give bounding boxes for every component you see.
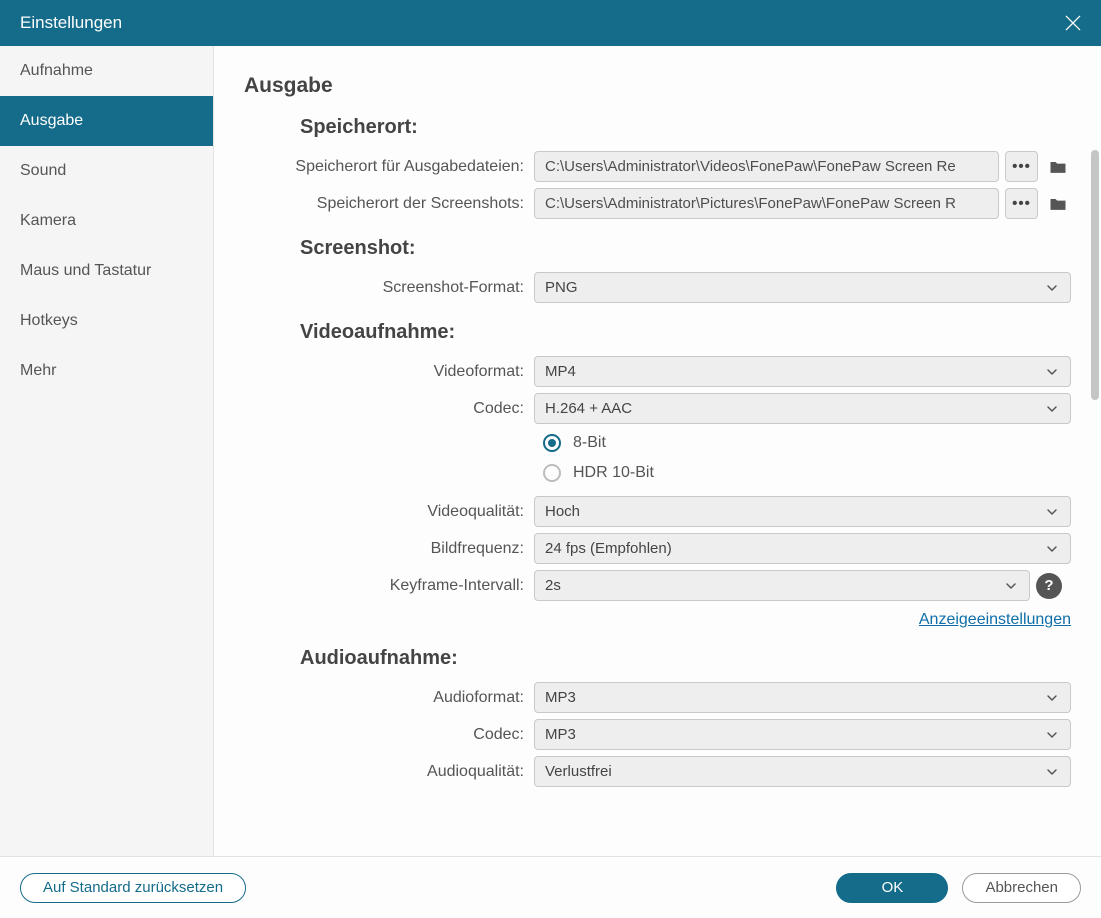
screenshot-path-field[interactable]: C:\Users\Administrator\Pictures\FonePaw\… <box>534 188 999 219</box>
page-title: Ausgabe <box>244 74 1071 98</box>
radio-8bit-label: 8-Bit <box>573 434 606 452</box>
titlebar: Einstellungen <box>0 0 1101 46</box>
label-fps: Bildfrequenz: <box>244 540 534 558</box>
sidebar-item-label: Ausgabe <box>20 112 83 130</box>
chevron-down-icon <box>1044 541 1060 557</box>
sidebar-item-ausgabe[interactable]: Ausgabe <box>0 96 213 146</box>
browse-output-button[interactable]: ••• <box>1005 151 1038 182</box>
audio-quality-select[interactable]: Verlustfrei <box>534 756 1071 787</box>
section-screenshot: Screenshot: <box>300 237 1071 260</box>
help-icon[interactable]: ? <box>1036 573 1062 599</box>
sidebar-item-label: Maus und Tastatur <box>20 262 151 280</box>
sidebar-item-label: Mehr <box>20 362 56 380</box>
sidebar-item-maus-tastatur[interactable]: Maus und Tastatur <box>0 246 213 296</box>
section-storage: Speicherort: <box>300 116 1071 139</box>
sidebar-item-label: Sound <box>20 162 66 180</box>
label-output-path: Speicherort für Ausgabedateien: <box>244 158 534 176</box>
label-video-codec: Codec: <box>244 400 534 418</box>
chevron-down-icon <box>1044 364 1060 380</box>
video-quality-select[interactable]: Hoch <box>534 496 1071 527</box>
cancel-button[interactable]: Abbrechen <box>962 873 1081 903</box>
radio-hdr-10bit[interactable]: HDR 10-Bit <box>543 460 1071 486</box>
row-fps: Bildfrequenz: 24 fps (Empfohlen) <box>244 533 1071 564</box>
label-video-quality: Videoqualität: <box>244 503 534 521</box>
sidebar-item-sound[interactable]: Sound <box>0 146 213 196</box>
screenshot-format-select[interactable]: PNG <box>534 272 1071 303</box>
sidebar-item-label: Hotkeys <box>20 312 78 330</box>
section-video: Videoaufnahme: <box>300 321 1071 344</box>
label-audio-quality: Audioqualität: <box>244 763 534 781</box>
sidebar-item-hotkeys[interactable]: Hotkeys <box>0 296 213 346</box>
label-keyframe: Keyframe-Intervall: <box>244 577 534 595</box>
chevron-down-icon <box>1044 690 1060 706</box>
body: Aufnahme Ausgabe Sound Kamera Maus und T… <box>0 46 1101 856</box>
row-audio-format: Audioformat: MP3 <box>244 682 1071 713</box>
sidebar-item-mehr[interactable]: Mehr <box>0 346 213 396</box>
chevron-down-icon <box>1044 727 1060 743</box>
display-settings-link[interactable]: Anzeigeeinstellungen <box>919 611 1071 629</box>
keyframe-select[interactable]: 2s <box>534 570 1030 601</box>
section-audio: Audioaufnahme: <box>300 647 1071 670</box>
label-video-format: Videoformat: <box>244 363 534 381</box>
row-screenshot-format: Screenshot-Format: PNG <box>244 272 1071 303</box>
row-audio-codec: Codec: MP3 <box>244 719 1071 750</box>
audio-format-select[interactable]: MP3 <box>534 682 1071 713</box>
reset-defaults-button[interactable]: Auf Standard zurücksetzen <box>20 873 246 903</box>
scrollbar-thumb[interactable] <box>1091 150 1099 400</box>
row-screenshot-path: Speicherort der Screenshots: C:\Users\Ad… <box>244 188 1071 219</box>
window-title: Einstellungen <box>20 13 122 33</box>
label-screenshot-path: Speicherort der Screenshots: <box>244 195 534 213</box>
row-output-path: Speicherort für Ausgabedateien: C:\Users… <box>244 151 1071 182</box>
output-path-field[interactable]: C:\Users\Administrator\Videos\FonePaw\Fo… <box>534 151 999 182</box>
content-wrap: Ausgabe Speicherort: Speicherort für Aus… <box>214 46 1101 856</box>
sidebar-item-label: Kamera <box>20 212 76 230</box>
label-audio-format: Audioformat: <box>244 689 534 707</box>
sidebar-item-aufnahme[interactable]: Aufnahme <box>0 46 213 96</box>
label-audio-codec: Codec: <box>244 726 534 744</box>
row-audio-quality: Audioqualität: Verlustfrei <box>244 756 1071 787</box>
settings-window: Einstellungen Aufnahme Ausgabe Sound Kam… <box>0 0 1101 918</box>
open-output-folder-icon[interactable] <box>1044 153 1071 180</box>
ok-button[interactable]: OK <box>836 873 948 903</box>
label-screenshot-format: Screenshot-Format: <box>244 279 534 297</box>
row-video-codec: Codec: H.264 + AAC <box>244 393 1071 424</box>
video-codec-select[interactable]: H.264 + AAC <box>534 393 1071 424</box>
radio-unchecked-icon <box>543 464 561 482</box>
chevron-down-icon <box>1044 280 1060 296</box>
content: Ausgabe Speicherort: Speicherort für Aus… <box>214 46 1101 856</box>
browse-screenshot-button[interactable]: ••• <box>1005 188 1038 219</box>
sidebar: Aufnahme Ausgabe Sound Kamera Maus und T… <box>0 46 214 856</box>
row-video-quality: Videoqualität: Hoch <box>244 496 1071 527</box>
sidebar-item-kamera[interactable]: Kamera <box>0 196 213 246</box>
radio-hdr-label: HDR 10-Bit <box>573 464 654 482</box>
radio-checked-icon <box>543 434 561 452</box>
fps-select[interactable]: 24 fps (Empfohlen) <box>534 533 1071 564</box>
audio-codec-select[interactable]: MP3 <box>534 719 1071 750</box>
chevron-down-icon <box>1003 578 1019 594</box>
open-screenshot-folder-icon[interactable] <box>1044 190 1071 217</box>
row-keyframe: Keyframe-Intervall: 2s ? <box>244 570 1071 601</box>
chevron-down-icon <box>1044 504 1060 520</box>
row-video-format: Videoformat: MP4 <box>244 356 1071 387</box>
video-format-select[interactable]: MP4 <box>534 356 1071 387</box>
footer: Auf Standard zurücksetzen OK Abbrechen <box>0 856 1101 918</box>
row-display-link: Anzeigeeinstellungen <box>244 611 1071 629</box>
chevron-down-icon <box>1044 764 1060 780</box>
chevron-down-icon <box>1044 401 1060 417</box>
close-icon[interactable] <box>1063 13 1083 33</box>
sidebar-item-label: Aufnahme <box>20 62 93 80</box>
radio-8bit[interactable]: 8-Bit <box>543 430 1071 456</box>
